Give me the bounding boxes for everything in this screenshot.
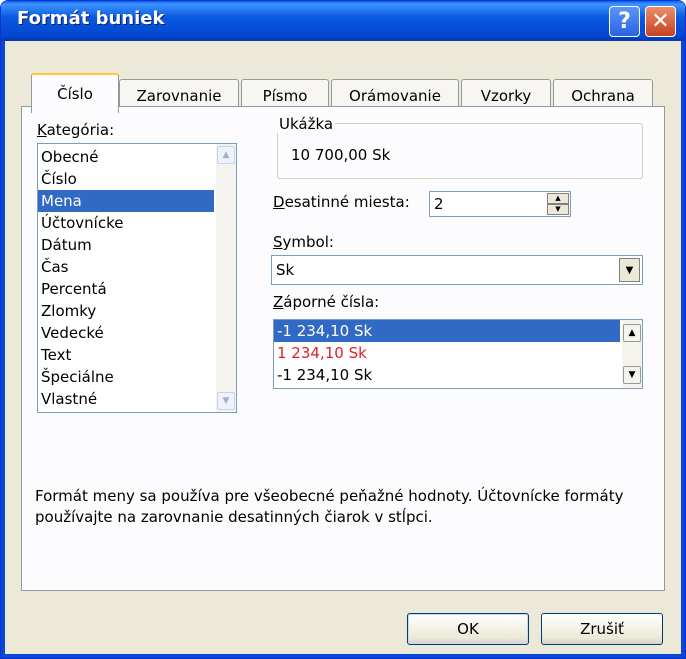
scroll-down-arrow-icon[interactable]: ▼ bbox=[623, 366, 641, 384]
category-item[interactable]: Účtovnícke bbox=[38, 212, 214, 234]
scroll-down-arrow-icon[interactable]: ▼ bbox=[217, 392, 235, 410]
category-item[interactable]: Text bbox=[38, 344, 214, 366]
category-label: Kategória: bbox=[37, 121, 115, 139]
window-frame-left bbox=[1, 41, 5, 658]
cancel-button[interactable]: Zrušiť bbox=[541, 613, 663, 645]
cancel-button-label: Zrušiť bbox=[580, 620, 624, 638]
category-item[interactable]: Dátum bbox=[38, 234, 214, 256]
negative-items: -1 234,10 Sk 1 234,10 Sk -1 234,10 Sk bbox=[274, 320, 642, 386]
spinner-buttons: ▲ ▼ bbox=[547, 193, 569, 215]
help-icon: ? bbox=[618, 9, 631, 34]
tab-label: Orámovanie bbox=[349, 86, 441, 105]
negative-format-item[interactable]: -1 234,10 Sk bbox=[274, 320, 620, 342]
window-frame-bottom bbox=[1, 654, 685, 658]
category-item[interactable]: Špeciálne bbox=[38, 366, 214, 388]
spin-up-icon[interactable]: ▲ bbox=[547, 193, 569, 204]
ok-button-label: OK bbox=[457, 620, 479, 638]
tab-number[interactable]: Číslo bbox=[31, 73, 119, 113]
category-item[interactable]: Čas bbox=[38, 256, 214, 278]
category-items: Obecné Číslo Mena Účtovnícke Dátum Čas Percent… bbox=[38, 144, 236, 410]
decimals-label: Desatinné miesta: bbox=[273, 193, 410, 211]
category-item[interactable]: Vedecké bbox=[38, 322, 214, 344]
sample-label: Ukážka bbox=[277, 115, 336, 133]
tab-label: Číslo bbox=[57, 85, 93, 103]
negative-scrollbar[interactable]: ▲ ▼ bbox=[622, 320, 642, 388]
spin-down-icon[interactable]: ▼ bbox=[547, 204, 569, 215]
symbol-label: Symbol: bbox=[273, 233, 334, 251]
title-bar[interactable]: Formát buniek ? ✕ bbox=[1, 1, 685, 41]
category-item[interactable]: Percentá bbox=[38, 278, 214, 300]
symbol-value: Sk bbox=[276, 261, 295, 279]
close-button[interactable]: ✕ bbox=[645, 6, 676, 37]
window-frame-right bbox=[681, 41, 685, 658]
dialog-title: Formát buniek bbox=[17, 8, 165, 29]
symbol-dropdown[interactable]: Sk ▼ bbox=[271, 255, 643, 285]
help-button[interactable]: ? bbox=[609, 6, 640, 37]
category-item[interactable]: Mena bbox=[38, 190, 214, 212]
category-item[interactable]: Obecné bbox=[38, 146, 214, 168]
format-cells-dialog: Formát buniek ? ✕ Číslo Zarovnanie Písmo… bbox=[0, 0, 686, 659]
sample-value: 10 700,00 Sk bbox=[291, 146, 391, 164]
negative-numbers-label: Záporné čísla: bbox=[273, 293, 380, 311]
tab-label: Vzorky bbox=[480, 86, 532, 105]
negative-numbers-list[interactable]: -1 234,10 Sk 1 234,10 Sk -1 234,10 Sk ▲ ▼ bbox=[273, 319, 643, 389]
category-list[interactable]: Obecné Číslo Mena Účtovnícke Dátum Čas Percent… bbox=[37, 143, 237, 413]
scroll-up-arrow-icon[interactable]: ▲ bbox=[217, 146, 235, 164]
category-item[interactable]: Vlastné bbox=[38, 388, 214, 410]
format-description: Formát meny sa používa pre všeobecné peň… bbox=[35, 487, 624, 526]
ok-button[interactable]: OK bbox=[407, 613, 529, 645]
category-item[interactable]: Číslo bbox=[38, 168, 214, 190]
scroll-up-arrow-icon[interactable]: ▲ bbox=[623, 324, 641, 342]
tab-label: Zarovnanie bbox=[136, 86, 222, 105]
category-item[interactable]: Zlomky bbox=[38, 300, 214, 322]
negative-format-item[interactable]: -1 234,10 Sk bbox=[274, 364, 620, 386]
chevron-down-icon[interactable]: ▼ bbox=[619, 258, 640, 282]
tab-label: Písmo bbox=[262, 86, 308, 105]
close-icon: ✕ bbox=[651, 9, 670, 34]
decimals-value: 2 bbox=[434, 195, 444, 213]
category-scrollbar[interactable]: ▲ ▼ bbox=[216, 144, 236, 412]
tab-label: Ochrana bbox=[571, 86, 635, 105]
decimals-spinner[interactable]: 2 ▲ ▼ bbox=[429, 191, 571, 217]
negative-format-item[interactable]: 1 234,10 Sk bbox=[274, 342, 620, 364]
